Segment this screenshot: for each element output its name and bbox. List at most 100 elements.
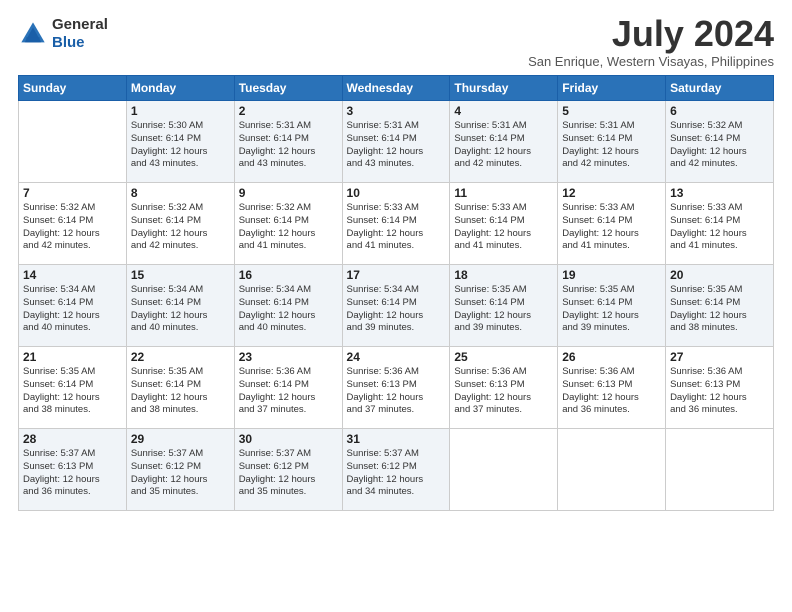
day-info: Sunrise: 5:36 AMSunset: 6:13 PMDaylight:…: [670, 366, 769, 417]
day-info: Sunrise: 5:36 AMSunset: 6:13 PMDaylight:…: [347, 366, 446, 417]
title-block: July 2024 San Enrique, Western Visayas, …: [528, 16, 774, 69]
day-info: Sunrise: 5:32 AMSunset: 6:14 PMDaylight:…: [239, 202, 338, 253]
day-info: Sunrise: 5:36 AMSunset: 6:13 PMDaylight:…: [454, 366, 553, 417]
day-info: Sunrise: 5:37 AMSunset: 6:12 PMDaylight:…: [239, 448, 338, 499]
calendar-cell: 15 Sunrise: 5:34 AMSunset: 6:14 PMDayligh…: [126, 265, 234, 347]
day-info: Sunrise: 5:37 AMSunset: 6:12 PMDaylight:…: [347, 448, 446, 499]
day-number: 17: [347, 268, 446, 282]
weekday-header-monday: Monday: [126, 76, 234, 101]
calendar-cell: 7Sunrise: 5:32 AMSunset: 6:14 PMDaylight…: [19, 183, 127, 265]
day-number: 27: [670, 350, 769, 364]
day-info: Sunrise: 5:33 AMSunset: 6:14 PMDaylight:…: [670, 202, 769, 253]
calendar-cell: 18 Sunrise: 5:35 AMSunset: 6:14 PMDayligh…: [450, 265, 558, 347]
calendar-week-row: 28Sunrise: 5:37 AMSunset: 6:13 PMDayligh…: [19, 429, 774, 511]
calendar-cell: 5 Sunrise: 5:31 AMSunset: 6:14 PMDaylight…: [558, 101, 666, 183]
calendar-week-row: 21 Sunrise: 5:35 AMSunset: 6:14 PMDayligh…: [19, 347, 774, 429]
day-number: 10: [347, 186, 446, 200]
calendar-cell: 28Sunrise: 5:37 AMSunset: 6:13 PMDayligh…: [19, 429, 127, 511]
logo: General Blue: [18, 16, 108, 52]
weekday-header-sunday: Sunday: [19, 76, 127, 101]
day-info: Sunrise: 5:36 AMSunset: 6:13 PMDaylight:…: [562, 366, 661, 417]
day-info: Sunrise: 5:35 AMSunset: 6:14 PMDaylight:…: [131, 366, 230, 417]
day-info: Sunrise: 5:33 AMSunset: 6:14 PMDaylight:…: [454, 202, 553, 253]
day-number: 31: [347, 432, 446, 446]
logo-line1: General: [52, 16, 108, 33]
day-info: Sunrise: 5:31 AMSunset: 6:14 PMDaylight:…: [454, 120, 553, 171]
calendar-week-row: 14 Sunrise: 5:34 AMSunset: 6:14 PMDayligh…: [19, 265, 774, 347]
day-info: Sunrise: 5:34 AMSunset: 6:14 PMDaylight:…: [131, 284, 230, 335]
logo-icon: [18, 19, 48, 49]
day-number: 11: [454, 186, 553, 200]
calendar-cell: 24 Sunrise: 5:36 AMSunset: 6:13 PMDayligh…: [342, 347, 450, 429]
day-number: 6: [670, 104, 769, 118]
day-number: 13: [670, 186, 769, 200]
calendar-cell: 2 Sunrise: 5:31 AMSunset: 6:14 PMDaylight…: [234, 101, 342, 183]
day-number: 5: [562, 104, 661, 118]
weekday-header-friday: Friday: [558, 76, 666, 101]
day-number: 12: [562, 186, 661, 200]
calendar-cell: 8 Sunrise: 5:32 AMSunset: 6:14 PMDaylight…: [126, 183, 234, 265]
day-number: 30: [239, 432, 338, 446]
day-number: 23: [239, 350, 338, 364]
calendar-cell: 25 Sunrise: 5:36 AMSunset: 6:13 PMDayligh…: [450, 347, 558, 429]
calendar-cell: 23 Sunrise: 5:36 AMSunset: 6:14 PMDayligh…: [234, 347, 342, 429]
calendar-cell: 21 Sunrise: 5:35 AMSunset: 6:14 PMDayligh…: [19, 347, 127, 429]
header: General Blue July 2024 San Enrique, West…: [18, 16, 774, 69]
weekday-header-wednesday: Wednesday: [342, 76, 450, 101]
day-info: Sunrise: 5:30 AMSunset: 6:14 PMDaylight:…: [131, 120, 230, 171]
calendar-cell: 3 Sunrise: 5:31 AMSunset: 6:14 PMDaylight…: [342, 101, 450, 183]
day-number: 25: [454, 350, 553, 364]
day-info: Sunrise: 5:36 AMSunset: 6:14 PMDaylight:…: [239, 366, 338, 417]
calendar-cell: 20 Sunrise: 5:35 AMSunset: 6:14 PMDayligh…: [666, 265, 774, 347]
day-number: 24: [347, 350, 446, 364]
day-number: 14: [23, 268, 122, 282]
day-number: 3: [347, 104, 446, 118]
day-info: Sunrise: 5:32 AMSunset: 6:14 PMDaylight:…: [131, 202, 230, 253]
calendar-cell: 12Sunrise: 5:33 AMSunset: 6:14 PMDayligh…: [558, 183, 666, 265]
day-info: Sunrise: 5:32 AMSunset: 6:14 PMDaylight:…: [670, 120, 769, 171]
calendar-cell: 6 Sunrise: 5:32 AMSunset: 6:14 PMDaylight…: [666, 101, 774, 183]
calendar-cell: 26 Sunrise: 5:36 AMSunset: 6:13 PMDayligh…: [558, 347, 666, 429]
day-number: 18: [454, 268, 553, 282]
day-number: 28: [23, 432, 122, 446]
location: San Enrique, Western Visayas, Philippine…: [528, 54, 774, 69]
day-info: Sunrise: 5:35 AMSunset: 6:14 PMDaylight:…: [670, 284, 769, 335]
calendar-cell: 9 Sunrise: 5:32 AMSunset: 6:14 PMDaylight…: [234, 183, 342, 265]
day-number: 16: [239, 268, 338, 282]
calendar-cell: 14 Sunrise: 5:34 AMSunset: 6:14 PMDayligh…: [19, 265, 127, 347]
weekday-header-row: SundayMondayTuesdayWednesdayThursdayFrid…: [19, 76, 774, 101]
day-info: Sunrise: 5:34 AMSunset: 6:14 PMDaylight:…: [347, 284, 446, 335]
calendar-cell: 11 Sunrise: 5:33 AMSunset: 6:14 PMDayligh…: [450, 183, 558, 265]
calendar-cell: [666, 429, 774, 511]
weekday-header-saturday: Saturday: [666, 76, 774, 101]
page: General Blue July 2024 San Enrique, West…: [0, 0, 792, 612]
day-number: 19: [562, 268, 661, 282]
day-info: Sunrise: 5:31 AMSunset: 6:14 PMDaylight:…: [347, 120, 446, 171]
day-info: Sunrise: 5:35 AMSunset: 6:14 PMDaylight:…: [454, 284, 553, 335]
day-info: Sunrise: 5:32 AMSunset: 6:14 PMDaylight:…: [23, 202, 122, 253]
calendar-cell: 16Sunrise: 5:34 AMSunset: 6:14 PMDayligh…: [234, 265, 342, 347]
day-info: Sunrise: 5:37 AMSunset: 6:12 PMDaylight:…: [131, 448, 230, 499]
day-number: 15: [131, 268, 230, 282]
day-info: Sunrise: 5:31 AMSunset: 6:14 PMDaylight:…: [562, 120, 661, 171]
day-info: Sunrise: 5:31 AMSunset: 6:14 PMDaylight:…: [239, 120, 338, 171]
calendar-cell: [450, 429, 558, 511]
logo-line2: Blue: [52, 34, 85, 51]
logo-text: General Blue: [52, 16, 108, 52]
day-info: Sunrise: 5:34 AMSunset: 6:14 PMDaylight:…: [23, 284, 122, 335]
day-info: Sunrise: 5:35 AMSunset: 6:14 PMDaylight:…: [562, 284, 661, 335]
day-number: 21: [23, 350, 122, 364]
calendar-cell: 4Sunrise: 5:31 AMSunset: 6:14 PMDaylight…: [450, 101, 558, 183]
calendar-cell: 1Sunrise: 5:30 AMSunset: 6:14 PMDaylight…: [126, 101, 234, 183]
month-title: July 2024: [528, 16, 774, 52]
day-number: 26: [562, 350, 661, 364]
day-number: 20: [670, 268, 769, 282]
weekday-header-tuesday: Tuesday: [234, 76, 342, 101]
calendar-table: SundayMondayTuesdayWednesdayThursdayFrid…: [18, 75, 774, 511]
day-number: 2: [239, 104, 338, 118]
weekday-header-thursday: Thursday: [450, 76, 558, 101]
calendar-cell: 13 Sunrise: 5:33 AMSunset: 6:14 PMDayligh…: [666, 183, 774, 265]
day-info: Sunrise: 5:35 AMSunset: 6:14 PMDaylight:…: [23, 366, 122, 417]
day-number: 9: [239, 186, 338, 200]
day-number: 8: [131, 186, 230, 200]
